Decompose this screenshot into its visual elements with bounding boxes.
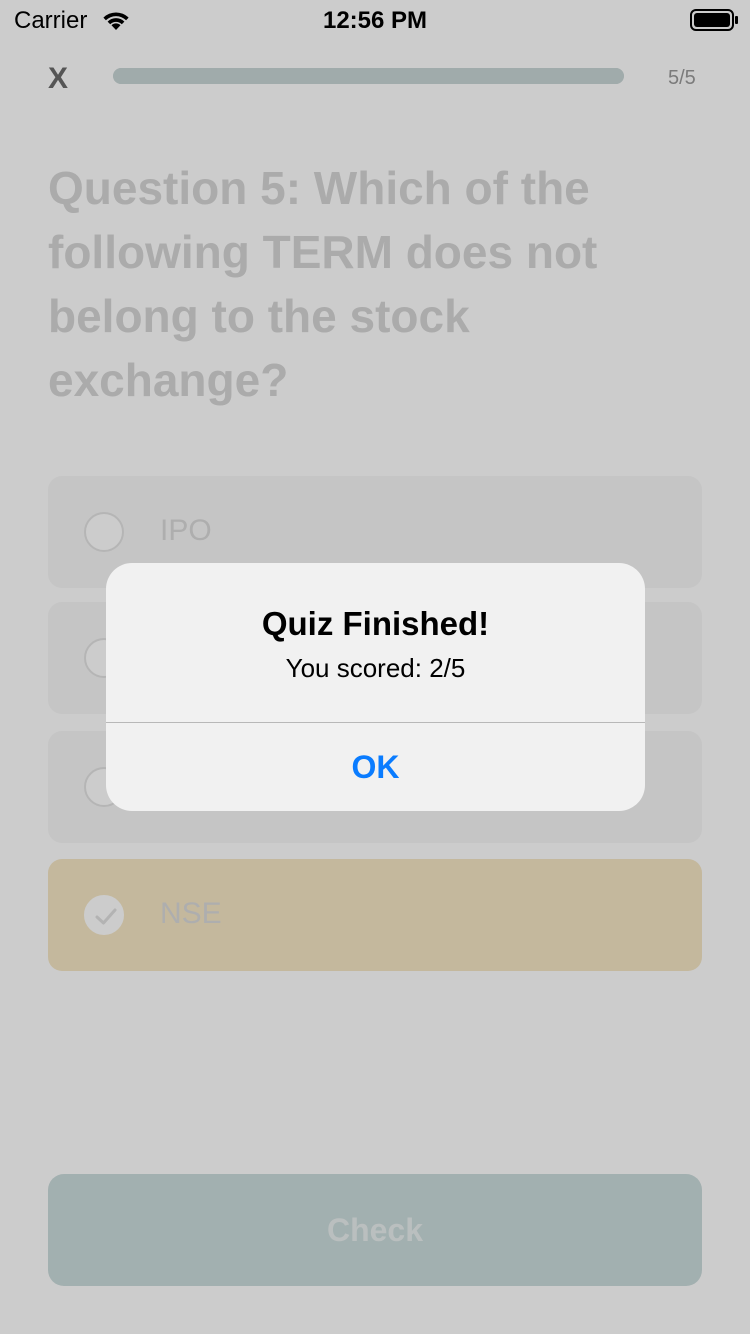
ok-button[interactable]: OK	[106, 723, 645, 811]
alert-title: Quiz Finished!	[261, 605, 490, 642]
quiz-finished-alert: Quiz Finished! You scored: 2/5 OK	[106, 563, 645, 811]
alert-message: You scored: 2/5	[285, 653, 466, 683]
